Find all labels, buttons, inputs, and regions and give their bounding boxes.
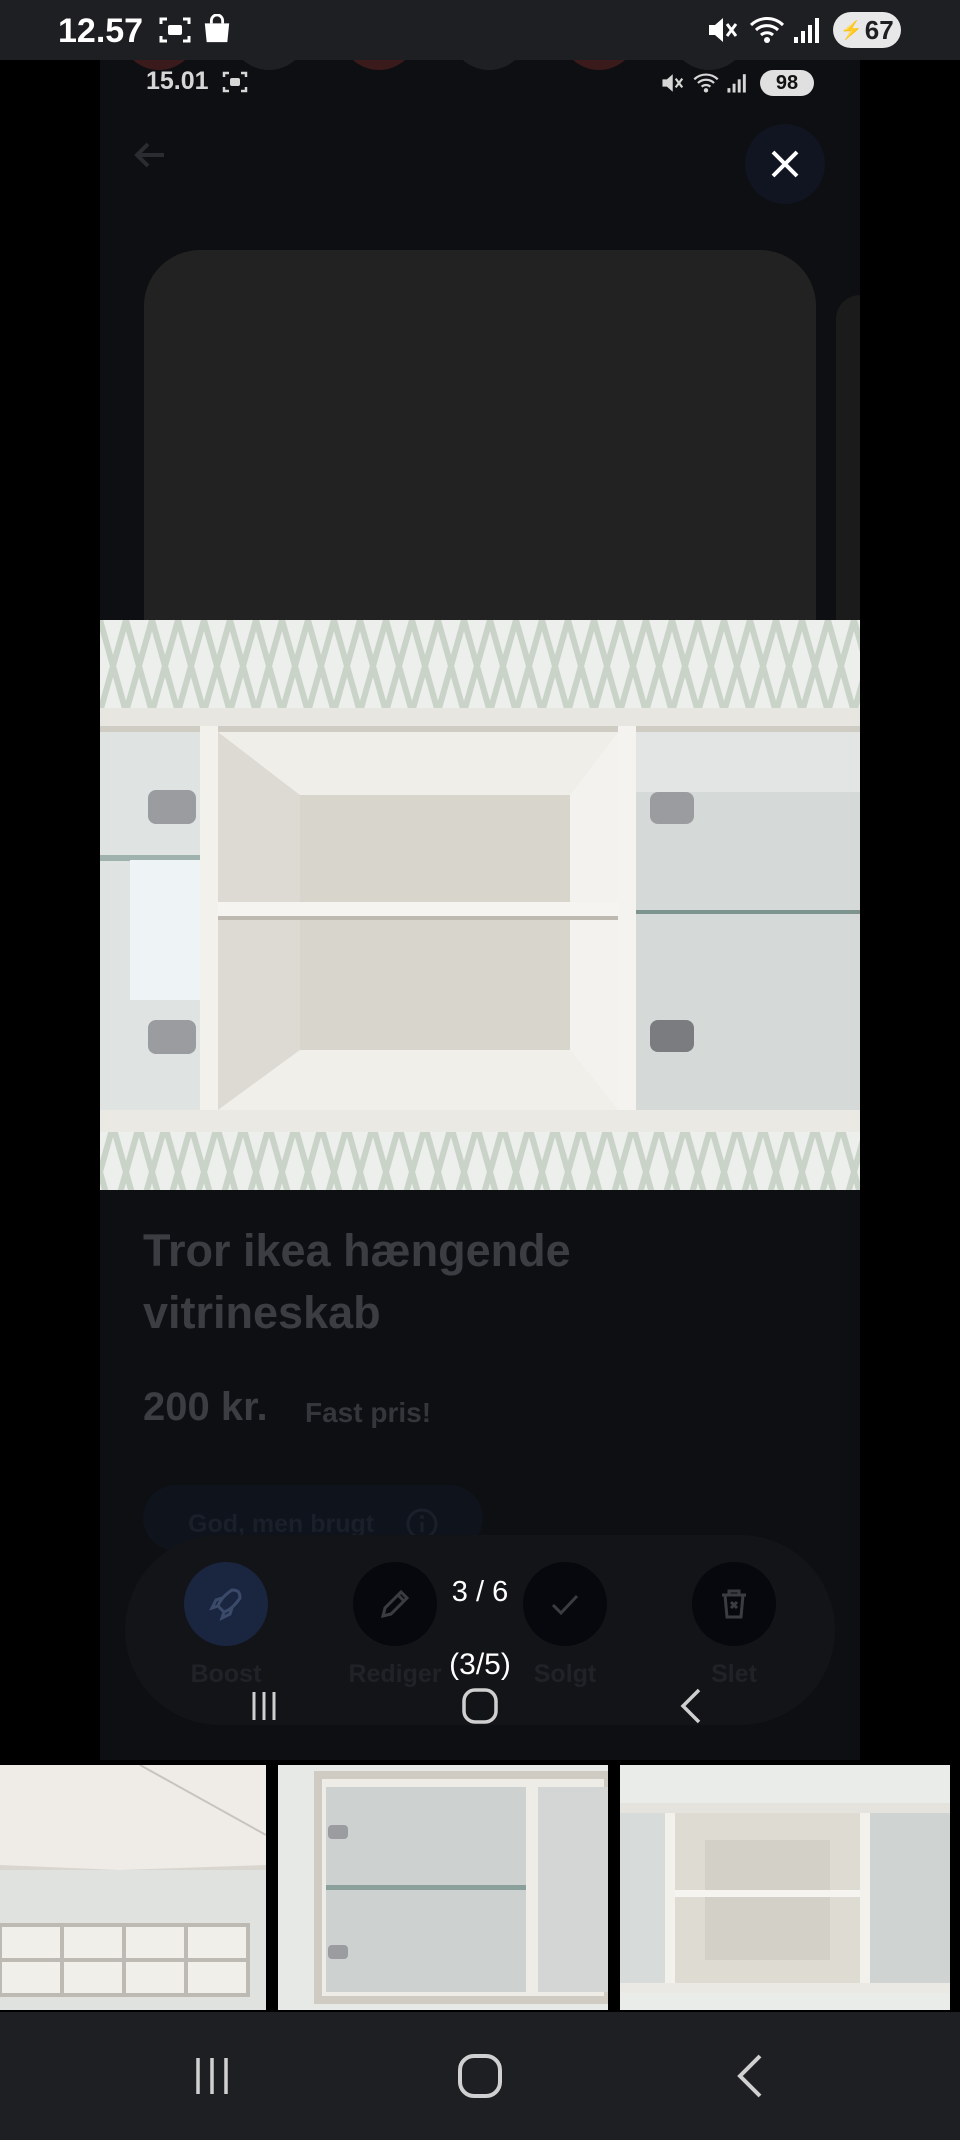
- thumbnail-image: [620, 1765, 950, 2010]
- home-icon[interactable]: [456, 2052, 504, 2100]
- delete-label: Slet: [711, 1660, 757, 1688]
- inner-status-time: 15.01: [146, 67, 209, 95]
- rocket-icon: [209, 1588, 242, 1621]
- status-time: 12.57: [58, 12, 144, 50]
- delete-button[interactable]: [692, 1562, 776, 1646]
- inner-back-icon: [680, 1688, 701, 1724]
- back-arrow-icon: [134, 142, 164, 168]
- trash-icon: [722, 1589, 746, 1619]
- recents-icon[interactable]: [190, 2054, 234, 2098]
- status-bar: 12.57 ⚡ 67: [0, 0, 960, 60]
- battery-charging-icon: ⚡: [840, 19, 863, 40]
- listing-title: Tror ikea hængende vitrineskab: [143, 1225, 571, 1338]
- inner-battery-indicator: 98: [760, 70, 814, 96]
- inner-status-bar: 15.01 98: [100, 60, 860, 110]
- thumbnail-2[interactable]: [278, 1765, 608, 2010]
- boost-label: Boost: [190, 1660, 262, 1688]
- thumbnail-strip: [0, 1765, 960, 2010]
- inner-home-icon: [462, 1688, 498, 1724]
- main-product-photo[interactable]: [100, 620, 860, 1190]
- thumbnail-image: [278, 1765, 608, 2010]
- cabinet-photo: [100, 620, 860, 1190]
- listing-price: 200 kr.: [143, 1385, 268, 1429]
- sold-button[interactable]: [523, 1562, 607, 1646]
- check-icon: [551, 1594, 579, 1616]
- system-nav-bar: [0, 2012, 960, 2140]
- inner-wifi-icon: [693, 73, 719, 93]
- close-viewer-button[interactable]: [745, 124, 825, 204]
- battery-level: 67: [864, 14, 894, 45]
- thumbnail-3[interactable]: [620, 1765, 950, 2010]
- wifi-icon: [749, 17, 785, 43]
- back-icon[interactable]: [730, 2052, 770, 2100]
- inner-mute-icon: [662, 74, 684, 92]
- inner-signal-icon: [727, 74, 746, 93]
- boost-button[interactable]: [184, 1562, 268, 1646]
- shopping-bag-icon: [204, 14, 230, 43]
- battery-indicator: ⚡ 67: [833, 12, 901, 48]
- mute-icon: [709, 18, 738, 42]
- screenshot-icon: [159, 17, 191, 43]
- pencil-icon: [380, 1589, 410, 1619]
- inner-recents-icon: [252, 1692, 276, 1720]
- image-counter: 3 / 6: [451, 1576, 509, 1608]
- underlying-image-counter: (3/5): [449, 1648, 511, 1681]
- inner-screenshot-icon: [222, 71, 248, 93]
- signal-icon: [794, 18, 819, 43]
- thumbnail-image: [0, 1765, 266, 2010]
- thumbnail-1[interactable]: [0, 1765, 266, 2010]
- close-icon: [771, 150, 799, 178]
- price-note: Fast pris!: [305, 1397, 432, 1428]
